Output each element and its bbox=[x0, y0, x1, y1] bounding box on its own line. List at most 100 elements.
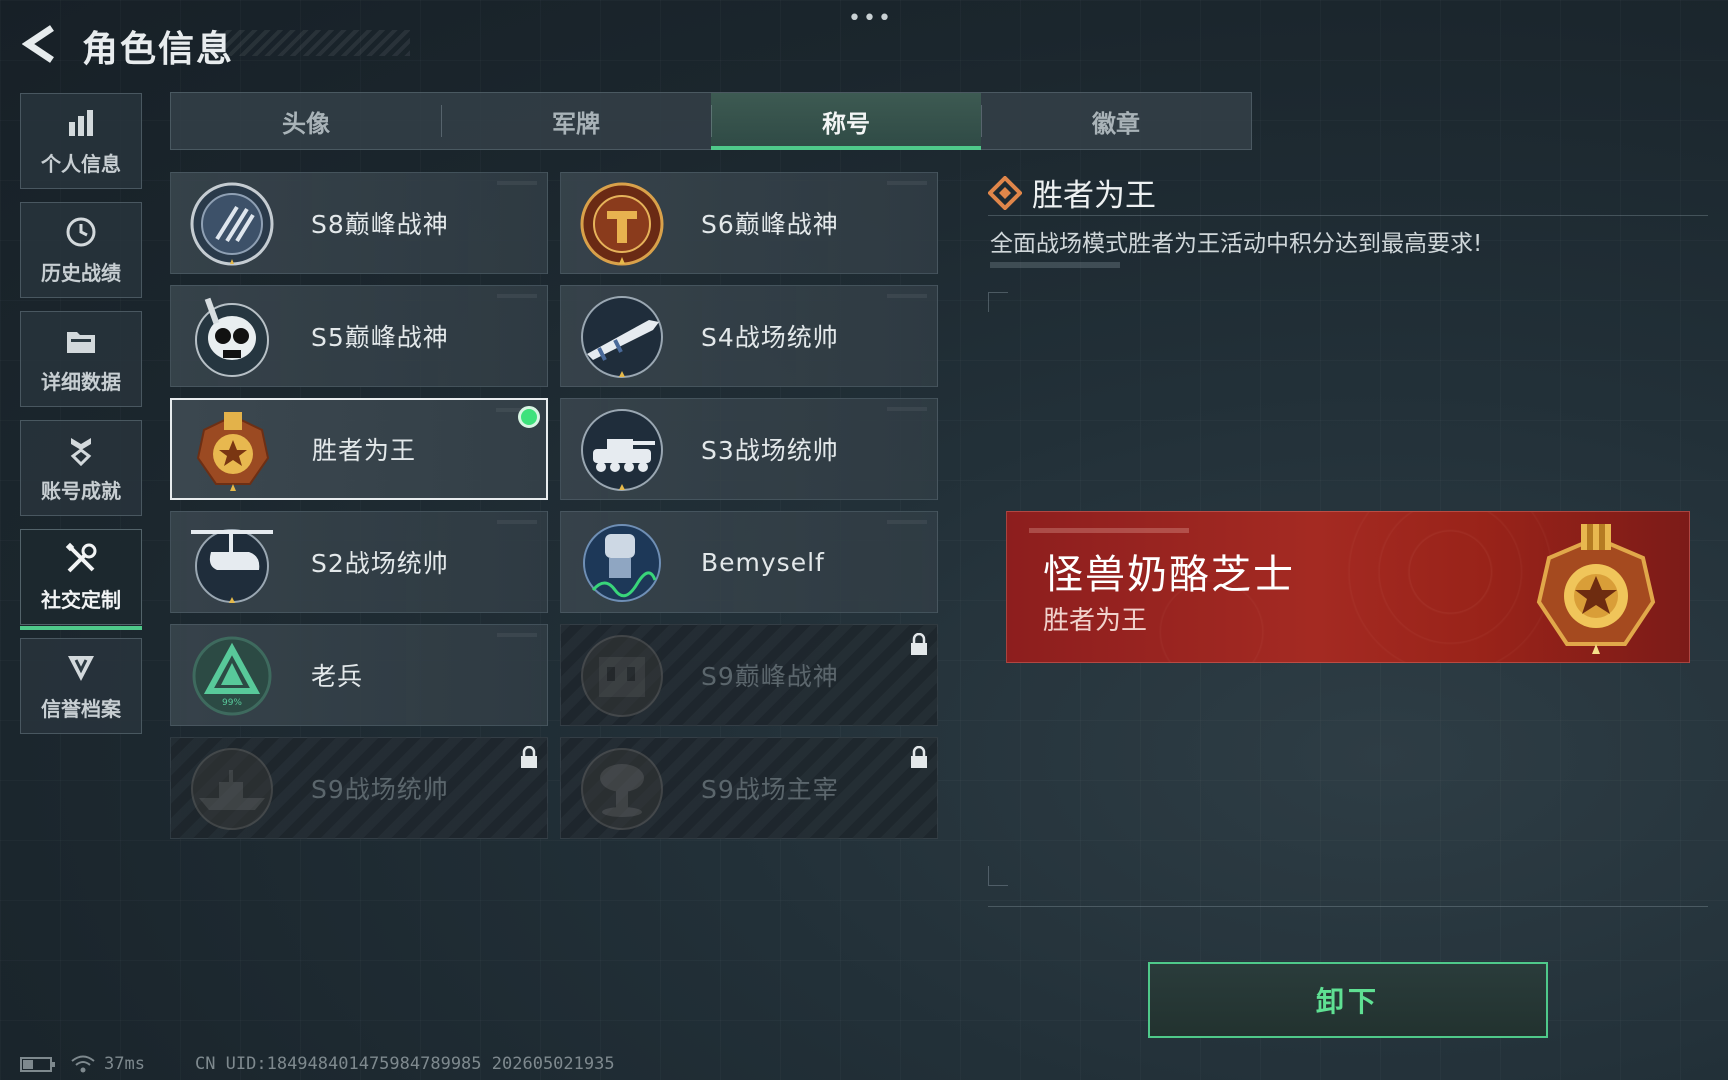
card-decoration bbox=[887, 181, 927, 185]
warship-emblem-icon bbox=[191, 748, 273, 830]
card-decoration bbox=[887, 520, 927, 524]
sidebar-item-label: 个人信息 bbox=[41, 151, 121, 176]
building-emblem-icon bbox=[581, 635, 663, 717]
unequip-button[interactable]: 卸下 bbox=[1148, 962, 1548, 1038]
s8-emblem-icon bbox=[190, 182, 274, 266]
title-card-s6-peak[interactable]: S6巅峰战神 bbox=[560, 172, 938, 274]
signature-emblem-icon bbox=[583, 524, 661, 602]
card-decoration bbox=[497, 181, 537, 185]
sidebar-item-label: 历史战绩 bbox=[41, 260, 121, 285]
tab-badge[interactable]: 徽章 bbox=[981, 93, 1251, 149]
divider bbox=[988, 906, 1708, 907]
card-decoration bbox=[887, 407, 927, 411]
tab-dog-tag[interactable]: 军牌 bbox=[441, 93, 711, 149]
sidebar-item-label: 信誉档案 bbox=[41, 696, 121, 721]
diamond-marker-icon bbox=[988, 175, 1022, 210]
title-card-s8-peak[interactable]: S8巅峰战神 bbox=[170, 172, 548, 274]
sidebar-item-label: 账号成就 bbox=[41, 478, 121, 503]
s6-emblem-icon bbox=[580, 182, 664, 266]
title-card-label: S9战场统帅 bbox=[311, 775, 449, 804]
title-decoration bbox=[210, 30, 410, 56]
title-card-s2-commander[interactable]: S2战场统帅 bbox=[170, 511, 548, 613]
banner-title: 胜者为王 bbox=[1043, 606, 1148, 636]
ping-value: 37ms bbox=[104, 1054, 145, 1074]
detail-header: 胜者为王 bbox=[988, 170, 1156, 215]
sidebar-item-history[interactable]: 历史战绩 bbox=[20, 202, 142, 298]
user-uid: CN UID:184948401475984789985 20260502193… bbox=[194, 1054, 615, 1074]
sidebar: 个人信息 历史战绩 详细数据 账号成就 社交定制 信誉档案 bbox=[20, 93, 144, 747]
lock-icon bbox=[521, 746, 537, 768]
sidebar-item-detailed-data[interactable]: 详细数据 bbox=[20, 311, 142, 407]
tab-title[interactable]: 称号 bbox=[711, 93, 981, 150]
gold-star-medal-icon bbox=[196, 412, 270, 491]
title-card-s3-commander[interactable]: S3战场统帅 bbox=[560, 398, 938, 500]
title-card-s9-dominator[interactable]: S9战场主宰 bbox=[560, 737, 938, 839]
title-card-s4-commander[interactable]: S4战场统帅 bbox=[560, 285, 938, 387]
title-card-label: S2战场统帅 bbox=[311, 549, 449, 578]
battery-icon bbox=[20, 1057, 55, 1072]
veteran-triangle-icon: 99% bbox=[192, 636, 272, 716]
frame-corner bbox=[988, 292, 1008, 312]
top-bar: 角色信息 ••• bbox=[0, 0, 1728, 90]
title-card-label: 胜者为王 bbox=[312, 436, 417, 465]
frame-corner bbox=[988, 866, 1008, 886]
card-decoration bbox=[497, 520, 537, 524]
missile-emblem-icon bbox=[581, 296, 663, 378]
page-title: 角色信息 bbox=[82, 29, 235, 70]
status-bar: 37ms CN UID:184948401475984789985 202605… bbox=[20, 1052, 615, 1076]
achievement-icon bbox=[64, 433, 98, 467]
banner-player-name: 怪兽奶酪芝士 bbox=[1043, 552, 1295, 598]
title-card-winner-is-king[interactable]: 胜者为王 bbox=[170, 398, 548, 500]
equipped-indicator bbox=[518, 406, 540, 428]
title-card-label: S4战场统帅 bbox=[701, 323, 839, 352]
title-preview-banner: 怪兽奶酪芝士 胜者为王 bbox=[1006, 511, 1690, 663]
back-arrow-icon bbox=[22, 25, 54, 63]
card-decoration bbox=[497, 633, 537, 637]
title-card-label: S3战场统帅 bbox=[701, 436, 839, 465]
detail-description: 全面战场模式胜者为王活动中积分达到最高要求! bbox=[990, 231, 1483, 257]
title-card-bemyself[interactable]: Bemyself bbox=[560, 511, 938, 613]
title-card-label: S5巅峰战神 bbox=[311, 323, 449, 352]
tab-avatar[interactable]: 头像 bbox=[171, 93, 441, 149]
sidebar-item-label: 社交定制 bbox=[41, 587, 121, 612]
title-card-s9-commander[interactable]: S9战场统帅 bbox=[170, 737, 548, 839]
folder-icon bbox=[64, 324, 98, 358]
back-button[interactable] bbox=[18, 22, 62, 66]
title-card-label: S8巅峰战神 bbox=[311, 210, 449, 239]
gold-star-medal-icon bbox=[1536, 524, 1656, 654]
lock-icon bbox=[911, 746, 927, 768]
banner-decoration bbox=[1029, 528, 1189, 533]
unequip-button-label: 卸下 bbox=[1315, 985, 1380, 1018]
lock-icon bbox=[911, 633, 927, 655]
detail-title-name: 胜者为王 bbox=[1032, 178, 1156, 214]
tank-emblem-icon bbox=[581, 409, 663, 491]
title-card-label: S9巅峰战神 bbox=[701, 662, 839, 691]
title-card-label: Bemyself bbox=[701, 547, 825, 577]
sidebar-item-social-custom[interactable]: 社交定制 bbox=[20, 529, 142, 630]
title-card-label: S6巅峰战神 bbox=[701, 210, 839, 239]
more-options-button[interactable]: ••• bbox=[848, 6, 893, 31]
credit-shield-icon bbox=[64, 651, 98, 685]
card-decoration bbox=[887, 294, 927, 298]
category-tabs: 头像 军牌 称号 徽章 bbox=[170, 92, 1252, 150]
wrench-screwdriver-icon bbox=[64, 542, 98, 576]
sidebar-item-personal-info[interactable]: 个人信息 bbox=[20, 93, 142, 189]
sidebar-item-label: 详细数据 bbox=[41, 369, 121, 394]
veteran-badge-percent: 99% bbox=[222, 698, 242, 708]
title-card-veteran[interactable]: 99% 老兵 bbox=[170, 624, 548, 726]
helicopter-emblem-icon bbox=[191, 529, 273, 603]
title-card-label: 老兵 bbox=[311, 662, 364, 691]
sidebar-item-achievements[interactable]: 账号成就 bbox=[20, 420, 142, 516]
title-card-s5-peak[interactable]: S5巅峰战神 bbox=[170, 285, 548, 387]
title-card-label: S9战场主宰 bbox=[701, 775, 839, 804]
wifi-icon bbox=[71, 1055, 95, 1073]
sidebar-item-credit[interactable]: 信誉档案 bbox=[20, 638, 142, 734]
title-card-s9-peak[interactable]: S9巅峰战神 bbox=[560, 624, 938, 726]
divider bbox=[988, 215, 1708, 216]
history-clock-icon bbox=[64, 215, 98, 249]
detail-decoration bbox=[990, 262, 1120, 268]
mushroom-cloud-emblem-icon bbox=[581, 748, 663, 830]
skull-emblem-icon bbox=[195, 297, 269, 377]
card-decoration bbox=[497, 294, 537, 298]
bar-chart-icon bbox=[64, 106, 98, 140]
